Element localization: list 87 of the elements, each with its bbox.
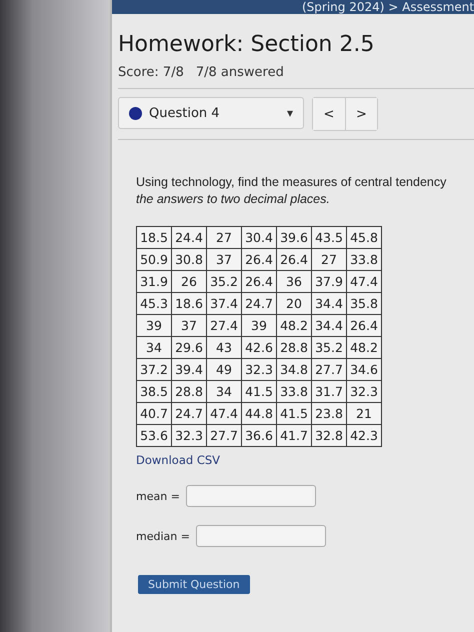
table-cell: 24.7 (242, 292, 276, 314)
table-cell: 36 (276, 270, 312, 292)
table-cell: 35.8 (346, 292, 382, 314)
table-cell: 33.8 (346, 248, 382, 270)
table-cell: 18.5 (136, 226, 172, 248)
table-cell: 39 (136, 314, 172, 336)
table-cell: 39 (242, 314, 276, 336)
table-cell: 34 (136, 336, 172, 358)
table-cell: 33.8 (276, 380, 312, 402)
table-cell: 34.8 (276, 358, 312, 380)
table-cell: 27 (312, 248, 346, 270)
score-text: Score: 7/8 (118, 65, 184, 80)
table-cell: 53.6 (136, 424, 172, 446)
table-cell: 35.2 (206, 270, 242, 292)
table-cell: 26 (172, 270, 206, 292)
table-cell: 32.3 (242, 358, 276, 380)
table-cell: 20 (276, 292, 312, 314)
table-cell: 49 (206, 358, 242, 380)
table-cell: 37.2 (136, 358, 172, 380)
table-cell: 48.2 (276, 314, 312, 336)
table-cell: 38.5 (136, 380, 172, 402)
table-cell: 31.7 (312, 380, 346, 402)
table-cell: 26.4 (276, 248, 312, 270)
table-cell: 45.3 (136, 292, 172, 314)
table-cell: 41.7 (276, 424, 312, 446)
table-cell: 42.6 (242, 336, 276, 358)
breadcrumb[interactable]: (Spring 2024) > Assessment (302, 0, 474, 14)
table-cell: 26.4 (242, 248, 276, 270)
previous-button[interactable]: < (313, 98, 345, 130)
table-cell: 43.5 (312, 226, 346, 248)
table-cell: 42.3 (346, 424, 382, 446)
table-cell: 32.8 (312, 424, 346, 446)
table-cell: 27.7 (206, 424, 242, 446)
table-cell: 45.8 (346, 226, 382, 248)
table-cell: 34.4 (312, 314, 346, 336)
table-cell: 31.9 (136, 270, 172, 292)
next-button[interactable]: > (345, 98, 377, 130)
table-cell: 41.5 (242, 380, 276, 402)
table-cell: 34.4 (312, 292, 346, 314)
table-cell: 34.6 (346, 358, 382, 380)
table-cell: 29.6 (172, 336, 206, 358)
question-text: Using technology, find the measures of central tendency (136, 174, 448, 191)
question-text: the answers to two decimal places. (136, 191, 331, 208)
table-cell: 47.4 (346, 270, 382, 292)
table-cell: 24.4 (172, 226, 206, 248)
table-cell: 36.6 (242, 424, 276, 446)
table-cell: 18.6 (172, 292, 206, 314)
table-cell: 48.2 (346, 336, 382, 358)
caret-icon: ▾ (286, 106, 293, 120)
table-cell: 32.3 (172, 424, 206, 446)
table-cell: 44.8 (242, 402, 276, 424)
page-title: Homework: Section 2.5 (118, 32, 376, 57)
submit-button[interactable]: Submit Question (138, 575, 250, 594)
table-cell: 27.4 (206, 314, 242, 336)
table-cell: 32.3 (346, 380, 382, 402)
table-cell: 27.7 (312, 358, 346, 380)
table-cell: 40.7 (136, 402, 172, 424)
table-cell: 35.2 (312, 336, 346, 358)
table-cell: 50.9 (136, 248, 172, 270)
table-cell: 26.4 (346, 314, 382, 336)
table-cell: 26.4 (242, 270, 276, 292)
question-label: Question 4 (149, 106, 221, 120)
answer-field[interactable] (196, 525, 326, 547)
table-cell: 37.9 (312, 270, 346, 292)
table-cell: 21 (346, 402, 382, 424)
download-link[interactable]: Download CSV (136, 453, 220, 467)
table-cell: 30.8 (172, 248, 206, 270)
table-cell: 37.4 (206, 292, 242, 314)
answer-field[interactable] (186, 485, 316, 507)
answer-label: mean = (136, 490, 180, 502)
table-cell: 28.8 (276, 336, 312, 358)
table-cell: 24.7 (172, 402, 206, 424)
table-cell: 43 (206, 336, 242, 358)
table-cell: 47.4 (206, 402, 242, 424)
table-cell: 37 (206, 248, 242, 270)
table-cell: 39.6 (276, 226, 312, 248)
table-cell: 30.4 (242, 226, 276, 248)
table-cell: 39.4 (172, 358, 206, 380)
answered-count: 7/8 answered (196, 65, 284, 80)
table-cell: 34 (206, 380, 242, 402)
table-cell: 41.5 (276, 402, 312, 424)
question-dropdown[interactable]: Question 4 ▾ (118, 97, 304, 129)
table-cell: 37 (172, 314, 206, 336)
table-cell: 28.8 (172, 380, 206, 402)
answer-label: median = (136, 530, 190, 542)
table-cell: 27 (206, 226, 242, 248)
table-cell: 23.8 (312, 402, 346, 424)
